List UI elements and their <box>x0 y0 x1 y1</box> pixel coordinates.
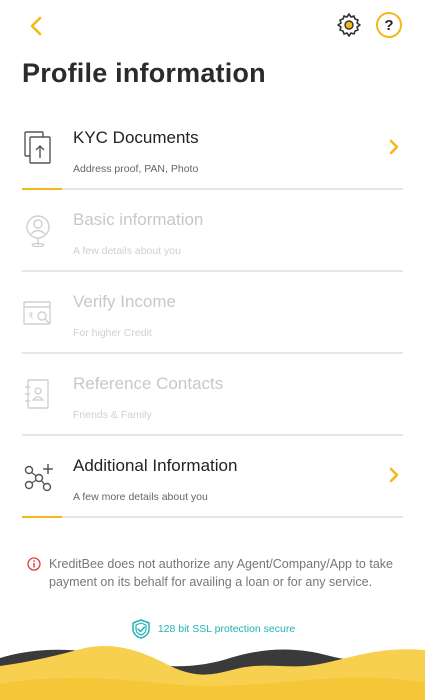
item-subtitle: A few more details about you <box>73 491 208 503</box>
disclaimer-notice: KreditBee does not authorize any Agent/C… <box>27 555 399 591</box>
disclaimer-text: KreditBee does not authorize any Agent/C… <box>49 557 393 589</box>
item-title: KYC Documents <box>73 128 199 147</box>
item-subtitle: A few details about you <box>73 245 181 257</box>
profile-section-list: KYC Documents Address proof, PAN, Photo … <box>22 108 403 518</box>
list-item-verify-income: ₹ Verify Income For higher Credit <box>22 272 403 354</box>
shield-check-icon <box>132 619 150 639</box>
chevron-right-icon <box>389 139 399 155</box>
item-subtitle: Address proof, PAN, Photo <box>73 163 199 175</box>
info-icon <box>27 557 41 571</box>
footer-waves <box>0 646 425 700</box>
svg-text:₹: ₹ <box>28 312 34 322</box>
nodes-add-icon <box>24 464 53 492</box>
list-item-kyc-documents[interactable]: KYC Documents Address proof, PAN, Photo <box>22 108 403 190</box>
chevron-right-icon <box>389 467 399 483</box>
item-subtitle: For higher Credit <box>73 327 152 339</box>
item-title: Basic information <box>73 210 204 229</box>
contacts-book-icon <box>25 379 49 409</box>
list-item-additional-information[interactable]: Additional Information A few more detail… <box>22 436 403 518</box>
item-title: Verify Income <box>73 292 176 311</box>
help-label: ? <box>384 16 394 34</box>
help-button[interactable]: ? <box>376 12 402 38</box>
item-title: Additional Information <box>73 456 238 475</box>
list-item-reference-contacts: Reference Contacts Friends & Family <box>22 354 403 436</box>
income-search-icon: ₹ <box>23 301 51 325</box>
gear-icon[interactable] <box>335 11 363 39</box>
top-bar: ? <box>0 0 425 52</box>
ssl-badge: 128 bit SSL protection secure <box>0 618 425 640</box>
user-pin-icon <box>26 215 50 248</box>
item-subtitle: Friends & Family <box>73 409 152 421</box>
ssl-label: 128 bit SSL protection secure <box>157 623 296 635</box>
chevron-left-icon[interactable] <box>22 12 50 40</box>
page-title: Profile information <box>22 58 266 88</box>
documents-icon <box>24 131 51 164</box>
item-title: Reference Contacts <box>73 374 224 393</box>
list-item-basic-information: Basic information A few details about yo… <box>22 190 403 272</box>
